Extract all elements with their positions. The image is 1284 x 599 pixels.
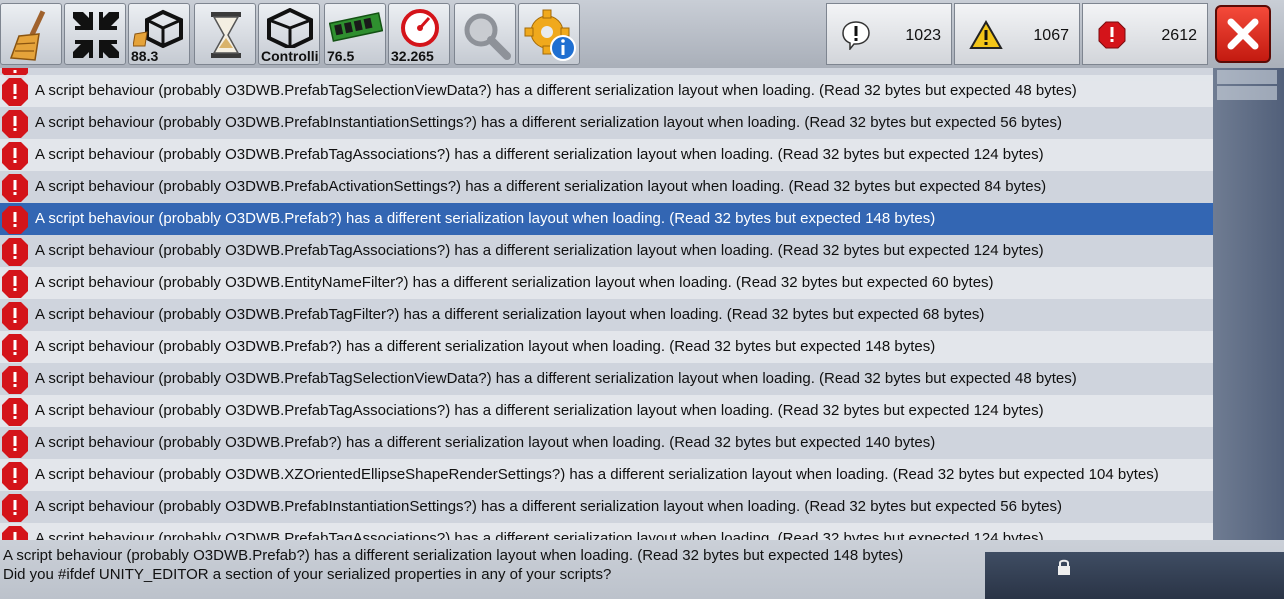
panel-strip-2: [1217, 86, 1277, 100]
log-row[interactable]: A script behaviour (probably O3DWB.Prefa…: [0, 171, 1213, 203]
collapse-button[interactable]: [64, 3, 126, 65]
error-icon: [2, 238, 28, 266]
background-editor-panel: [1213, 68, 1284, 540]
close-button[interactable]: [1215, 5, 1271, 63]
memory-button[interactable]: 76.5: [324, 3, 386, 65]
panel-strip-1: [1217, 70, 1277, 84]
clear-button[interactable]: [0, 3, 62, 65]
log-row-message: A script behaviour (probably O3DWB.XZOri…: [35, 466, 1159, 483]
info-bubble-icon: [842, 21, 870, 50]
error-icon: [2, 206, 28, 234]
log-row[interactable]: A script behaviour (probably O3DWB.Prefa…: [0, 235, 1213, 267]
close-icon: [1227, 18, 1259, 50]
log-row[interactable]: A script behaviour (probably O3DWB.Prefa…: [0, 331, 1213, 363]
magnifier-icon: [464, 13, 511, 60]
error-icon: [2, 174, 28, 202]
memory-chip-icon: [329, 12, 383, 42]
error-icon: [2, 78, 28, 106]
log-row-message: A script behaviour (probably O3DWB.Prefa…: [35, 530, 1044, 540]
log-row-message: A script behaviour (probably O3DWB.Prefa…: [35, 242, 1044, 259]
console-toolbar: 88.3 Controlli 76.5 32.265 1023 1067 261…: [0, 0, 1284, 68]
log-row-message: A script behaviour (probably O3DWB.Prefa…: [35, 370, 1077, 387]
memory-label: 76.5: [327, 48, 355, 64]
log-row[interactable]: A script behaviour (probably O3DWB.Prefa…: [0, 139, 1213, 171]
warning-icon: [969, 20, 1003, 49]
warning-count-toggle[interactable]: 1067: [954, 3, 1080, 65]
log-row-message: A script behaviour (probably O3DWB.Prefa…: [35, 82, 1077, 99]
settings-button[interactable]: [518, 3, 580, 65]
warning-count: 1067: [1033, 27, 1069, 44]
log-row-message: A script behaviour (probably O3DWB.Prefa…: [35, 498, 1062, 515]
error-icon: [2, 334, 28, 362]
scene-thumbnail: [985, 552, 1284, 599]
log-row-message: A script behaviour (probably O3DWB.Prefa…: [35, 146, 1044, 163]
speedometer-icon: [401, 9, 439, 47]
log-row-message: A script behaviour (probably O3DWB.Prefa…: [35, 338, 936, 355]
log-row-message: A script behaviour (probably O3DWB.Prefa…: [35, 210, 936, 227]
log-row-message: A script behaviour (probably O3DWB.Prefa…: [35, 178, 1047, 195]
log-count-toggle[interactable]: 1023: [826, 3, 952, 65]
log-row[interactable]: A script behaviour (probably O3DWB.XZOri…: [0, 459, 1213, 491]
log-row-message: A script behaviour (probably O3DWB.Prefa…: [35, 306, 985, 323]
details-message: A script behaviour (probably O3DWB.Prefa…: [3, 547, 904, 564]
log-row[interactable]: A script behaviour (probably O3DWB.Entit…: [0, 267, 1213, 299]
search-button[interactable]: [454, 3, 516, 65]
error-icon: [2, 398, 28, 426]
gear-info-icon: [524, 9, 576, 61]
error-icon: [1098, 21, 1126, 49]
log-row[interactable]: A script behaviour (probably O3DWB.Prefa…: [0, 203, 1213, 235]
error-icon: [2, 430, 28, 458]
log-row-message: A script behaviour (probably O3DWB.Prefa…: [35, 114, 1062, 131]
error-icon: [2, 494, 28, 522]
error-count-toggle[interactable]: 2612: [1082, 3, 1208, 65]
error-icon: [2, 142, 28, 170]
controller-button[interactable]: Controlli: [258, 3, 320, 65]
unity-logo-icon: [267, 8, 313, 48]
error-icon: [2, 526, 28, 540]
log-row[interactable]: A script behaviour (probably O3DWB.Prefa…: [0, 427, 1213, 459]
log-row[interactable]: A script behaviour (probably O3DWB.Prefa…: [0, 395, 1213, 427]
hourglass-icon: [211, 12, 241, 58]
collapse-arrows-icon: [73, 12, 119, 58]
time-button[interactable]: [194, 3, 256, 65]
log-row[interactable]: A script behaviour (probably O3DWB.Prefa…: [0, 523, 1213, 540]
controller-label: Controlli: [261, 48, 319, 64]
details-hint: Did you #ifdef UNITY_EDITOR a section of…: [3, 566, 612, 583]
error-icon: [2, 366, 28, 394]
log-row-message: A script behaviour (probably O3DWB.Prefa…: [35, 434, 936, 451]
log-row-message: A script behaviour (probably O3DWB.Prefa…: [35, 402, 1044, 419]
lock-icon: [1058, 559, 1070, 575]
fps-button[interactable]: 32.265: [388, 3, 450, 65]
log-list[interactable]: A script behaviour (probably O3DWB.Prefa…: [0, 68, 1213, 540]
error-icon: [2, 110, 28, 138]
error-icon: [2, 462, 28, 490]
clear-on-play-label: 88.3: [131, 48, 159, 64]
log-row[interactable]: A script behaviour (probably O3DWB.Prefa…: [0, 107, 1213, 139]
error-icon: [2, 302, 28, 330]
log-row[interactable]: A script behaviour (probably O3DWB.Prefa…: [0, 299, 1213, 331]
log-row[interactable]: A script behaviour (probably O3DWB.Prefa…: [0, 363, 1213, 395]
error-icon: [2, 270, 28, 298]
error-count: 2612: [1161, 27, 1197, 44]
fps-label: 32.265: [391, 48, 434, 64]
log-row-message: A script behaviour (probably O3DWB.Entit…: [35, 274, 994, 291]
log-count: 1023: [905, 27, 941, 44]
log-row[interactable]: A script behaviour (probably O3DWB.Prefa…: [0, 491, 1213, 523]
log-row[interactable]: A script behaviour (probably O3DWB.Prefa…: [0, 75, 1213, 107]
unity-broom-icon: [133, 9, 183, 48]
broom-icon: [9, 10, 46, 61]
clear-on-play-button[interactable]: 88.3: [128, 3, 190, 65]
